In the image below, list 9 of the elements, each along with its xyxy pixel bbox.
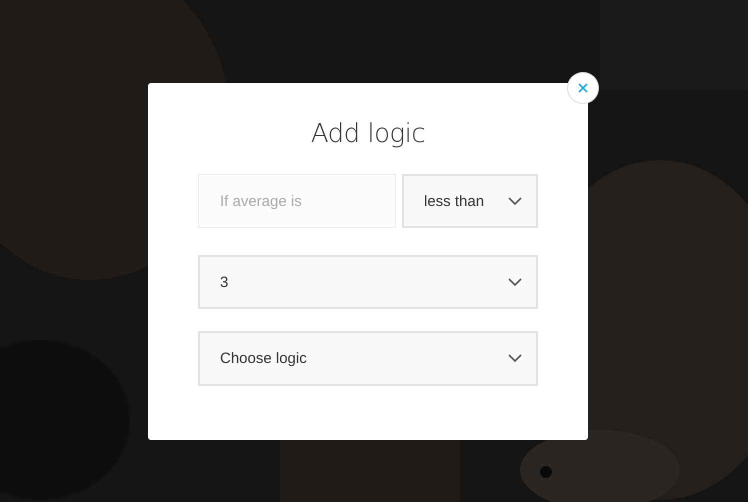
operator-dropdown[interactable]: less than: [402, 174, 538, 228]
value-dropdown[interactable]: 3: [198, 255, 538, 309]
chevron-down-icon: [508, 354, 522, 363]
close-icon: [578, 83, 588, 93]
chevron-down-icon: [508, 196, 522, 206]
logic-dropdown[interactable]: Choose logic: [198, 331, 538, 386]
dialog-title: Add logic: [310, 119, 426, 149]
chevron-down-icon: [508, 278, 522, 286]
average-field[interactable]: If average is: [198, 174, 396, 228]
